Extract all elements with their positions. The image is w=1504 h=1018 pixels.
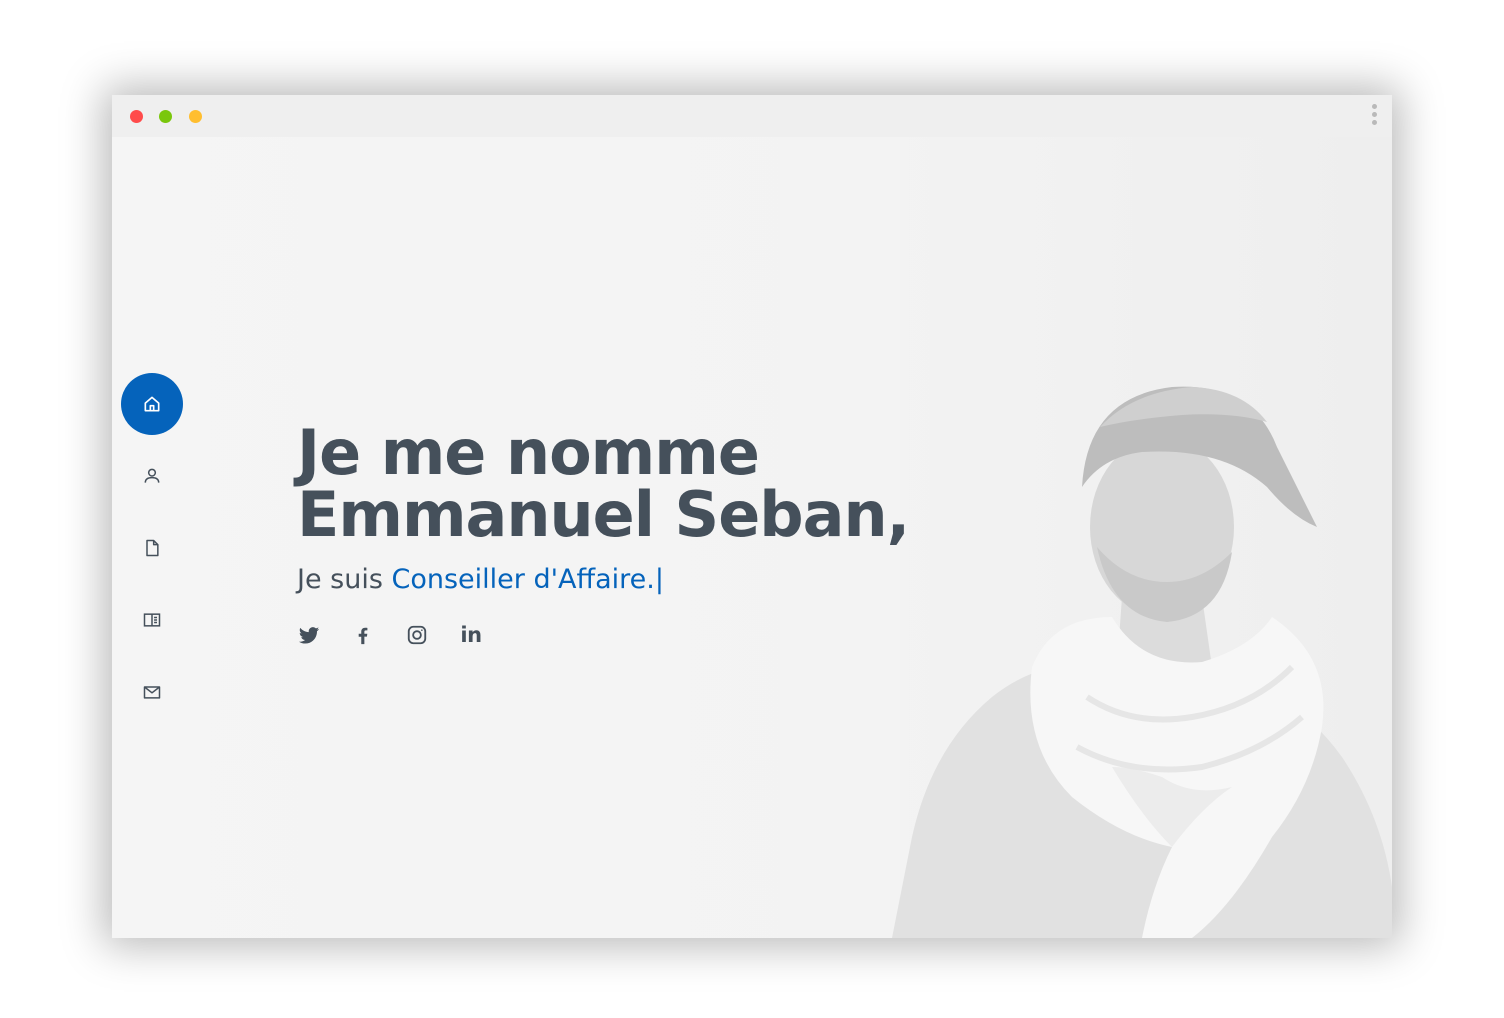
linkedin-icon: in <box>460 623 482 647</box>
nav-item-contact[interactable] <box>121 661 183 723</box>
twitter-icon <box>298 627 320 644</box>
browser-window: Je me nomme Emmanuel Seban, Je suis Cons… <box>112 95 1392 938</box>
kebab-menu-icon[interactable] <box>1370 104 1378 130</box>
hero-subtitle-prefix: Je suis <box>297 564 392 595</box>
envelope-icon <box>143 686 161 699</box>
twitter-link[interactable] <box>297 623 321 647</box>
book-half-icon <box>143 613 161 627</box>
instagram-icon <box>407 625 427 645</box>
nav-item-portfolio[interactable] <box>121 589 183 651</box>
maximize-window-button[interactable] <box>189 110 202 123</box>
nav-item-resume[interactable] <box>121 517 183 579</box>
hero-section: Je me nomme Emmanuel Seban, Je suis Cons… <box>112 137 1392 938</box>
nav-item-about[interactable] <box>121 445 183 507</box>
instagram-link[interactable] <box>405 623 429 647</box>
facebook-icon <box>358 627 368 645</box>
typed-cursor: | <box>654 564 664 595</box>
minimize-window-button[interactable] <box>159 110 172 123</box>
file-icon <box>146 539 159 557</box>
window-titlebar <box>112 95 1392 137</box>
hero-intro: Je me nomme Emmanuel Seban, Je suis Cons… <box>297 422 997 648</box>
nav-item-home[interactable] <box>121 373 183 435</box>
person-icon <box>144 468 160 483</box>
hero-title: Je me nomme Emmanuel Seban, <box>297 422 997 546</box>
hero-subtitle: Je suis Conseiller d'Affaire.| <box>297 564 997 595</box>
home-icon <box>144 396 160 412</box>
social-links: in <box>297 623 997 647</box>
linkedin-link[interactable]: in <box>459 623 483 647</box>
typed-role-text: Conseiller d'Affaire. <box>391 564 655 595</box>
page: Je me nomme Emmanuel Seban, Je suis Cons… <box>0 0 1504 1018</box>
hero-title-line2: Emmanuel Seban, <box>297 478 910 551</box>
facebook-link[interactable] <box>351 623 375 647</box>
close-window-button[interactable] <box>130 110 143 123</box>
sidebar-nav <box>121 373 183 733</box>
